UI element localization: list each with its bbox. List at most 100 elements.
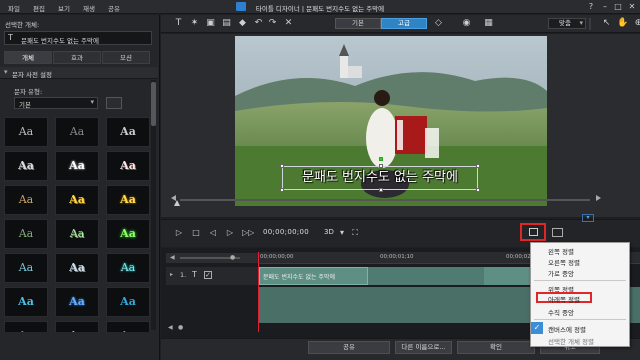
- mode-settings-icon[interactable]: ▦: [483, 18, 494, 29]
- track-expand-icon[interactable]: ▸: [170, 271, 173, 278]
- text-preset-thumb[interactable]: Aa: [4, 287, 48, 317]
- rotate-handle[interactable]: [379, 157, 383, 161]
- play-icon[interactable]: ▷: [174, 228, 184, 238]
- clip-label: 문패도 번지수도 없는 주막에: [263, 274, 335, 281]
- tl-scroll-left-icon[interactable]: ◀: [168, 324, 173, 331]
- zoom-in-icon[interactable]: ⊕: [633, 18, 640, 29]
- delete-icon[interactable]: ✕: [283, 18, 294, 29]
- tab-motion[interactable]: 모션: [102, 51, 150, 64]
- insert-shape-icon[interactable]: ◆: [237, 18, 248, 29]
- text-preset-thumb[interactable]: Aa: [55, 253, 99, 283]
- playhead[interactable]: [258, 252, 259, 332]
- close-icon[interactable]: ✕: [626, 2, 638, 12]
- tab-object[interactable]: 개체: [4, 51, 52, 64]
- text-preset-thumb[interactable]: Aa: [106, 253, 150, 283]
- insert-particle-icon[interactable]: ✶: [189, 18, 200, 29]
- timeline-clip-end[interactable]: [484, 267, 534, 285]
- mode-icon[interactable]: ◉: [461, 18, 472, 29]
- share-label: 공유: [343, 343, 355, 351]
- help-icon[interactable]: ?: [585, 2, 597, 12]
- selected-object-label: 선택한 개체:: [5, 21, 40, 29]
- maximize-icon[interactable]: □: [612, 2, 624, 12]
- expand-icon[interactable]: ▾: [582, 214, 594, 222]
- track-header: ▸ 1. T ✓: [166, 267, 258, 285]
- text-preset-thumb[interactable]: Aa: [4, 151, 48, 181]
- timeline-clip-tail[interactable]: [368, 267, 484, 285]
- menu-separator: [534, 280, 626, 281]
- menu-item-center-horizontal[interactable]: 가로 중앙: [548, 268, 574, 278]
- ok-label: 확인: [490, 343, 502, 351]
- text-preset-thumb[interactable]: Aa: [106, 321, 150, 332]
- mode-advanced-button[interactable]: 고급: [381, 18, 427, 29]
- share-button[interactable]: 공유: [308, 341, 390, 354]
- insert-image-icon[interactable]: ▣: [205, 18, 216, 29]
- mode-basic-button[interactable]: 기본: [335, 18, 381, 29]
- text-type-select[interactable]: 기본 ▾: [14, 97, 98, 109]
- text-preset-thumb[interactable]: Aa: [55, 287, 99, 317]
- pointer-icon[interactable]: ↖: [601, 18, 612, 29]
- section-title: 문자 사전 설정: [12, 71, 53, 79]
- insert-text-icon[interactable]: T: [173, 18, 184, 29]
- timeline-header: ◀ ●: [166, 253, 258, 263]
- zoom-fit-select[interactable]: 맞춤 ▾: [548, 18, 586, 29]
- hand-icon[interactable]: ✋: [617, 18, 628, 29]
- menu-item-align-bottom[interactable]: 아래쪽 정렬: [548, 294, 580, 304]
- 3d-toggle[interactable]: 3D: [324, 228, 334, 236]
- menu-item-center-vertical[interactable]: 수직 중앙: [548, 307, 574, 317]
- left-scrollbar[interactable]: [151, 80, 156, 330]
- insert-background-icon[interactable]: ▤: [221, 18, 232, 29]
- undo-icon[interactable]: ↶: [253, 18, 264, 29]
- text-type-label: 문자 유형:: [14, 88, 43, 96]
- collapse-arrow-icon: ▾: [4, 68, 8, 76]
- menu-item-align-canvas[interactable]: 캔버스에 정렬: [548, 324, 586, 334]
- ruler-mark: 00;00;00;00: [260, 254, 294, 260]
- text-preset-thumb[interactable]: Aa: [55, 219, 99, 249]
- prev-frame-icon[interactable]: ◁: [208, 228, 218, 238]
- chevron-down-icon: ▾: [579, 19, 583, 27]
- minimize-icon[interactable]: –: [599, 2, 611, 12]
- text-preset-thumb[interactable]: Aa: [55, 185, 99, 215]
- ok-button[interactable]: 확인: [457, 341, 535, 354]
- text-type-settings-button[interactable]: [106, 97, 122, 109]
- scrollbar-thumb[interactable]: [151, 82, 156, 126]
- tl-zoom-out-icon[interactable]: ◀: [170, 254, 175, 261]
- text-preset-thumb[interactable]: Aa: [106, 185, 150, 215]
- text-icon: T: [192, 270, 197, 279]
- text-preset-thumb[interactable]: Aa: [4, 253, 48, 283]
- next-frame-icon[interactable]: ▷: [225, 228, 235, 238]
- text-preset-thumb[interactable]: Aa: [106, 117, 150, 147]
- text-preset-thumb[interactable]: Aa: [55, 117, 99, 147]
- tl-zoom-in-icon[interactable]: ●: [230, 254, 235, 261]
- fast-forward-icon[interactable]: ▷▷: [242, 228, 254, 238]
- text-preset-thumb[interactable]: Aa: [106, 287, 150, 317]
- preview-scrubber[interactable]: [170, 195, 602, 205]
- menu-item-align-selected[interactable]: 선택한 개체 정렬: [548, 336, 594, 346]
- title-icon: [429, 18, 440, 29]
- track-checkbox[interactable]: ✓: [204, 271, 212, 279]
- chevron-down-icon[interactable]: ▾: [337, 228, 347, 238]
- redo-icon[interactable]: ↷: [267, 18, 278, 29]
- menubar: 파일 편집 보기 재생 공유 타이틀 디자이너 | 문패도 번지수도 없는 주막…: [0, 0, 640, 14]
- section-header[interactable]: ▾ 문자 사전 설정: [0, 67, 158, 79]
- text-preset-thumb[interactable]: Aa: [106, 151, 150, 181]
- subtitle-text[interactable]: 문패도 번지수도 없는 주막에: [282, 166, 478, 190]
- menu-item-align-right[interactable]: 오른쪽 정렬: [548, 257, 580, 267]
- text-preset-thumb[interactable]: Aa: [55, 321, 99, 332]
- fullscreen-icon[interactable]: ⛶: [350, 228, 360, 238]
- text-preset-thumb[interactable]: Aa: [4, 219, 48, 249]
- text-preset-thumb[interactable]: Aa: [4, 185, 48, 215]
- tab-effect[interactable]: 효과: [53, 51, 101, 64]
- text-preset-thumb[interactable]: Aa: [4, 117, 48, 147]
- menu-item-align-left[interactable]: 왼쪽 정렬: [548, 246, 574, 256]
- text-preset-thumb[interactable]: Aa: [106, 219, 150, 249]
- timeline-clip[interactable]: 문패도 번지수도 없는 주막에: [259, 267, 368, 285]
- selected-object-field[interactable]: T 문패도 번지수도 없는 주막에: [4, 31, 152, 45]
- tl-scroll-handle-icon[interactable]: ●: [178, 324, 183, 331]
- text-preset-thumb[interactable]: Aa: [55, 151, 99, 181]
- save-as-button[interactable]: 다른 이름으로...: [395, 341, 452, 354]
- text-preset-thumb[interactable]: Aa: [4, 321, 48, 332]
- preset-grid: AaAaAaAaAaAaAaAaAaAaAaAaAaAaAaAaAaAaAaAa…: [4, 117, 150, 332]
- stop-icon[interactable]: □: [191, 228, 201, 238]
- safe-zone-icon[interactable]: [552, 228, 563, 237]
- align-button[interactable]: [520, 223, 546, 241]
